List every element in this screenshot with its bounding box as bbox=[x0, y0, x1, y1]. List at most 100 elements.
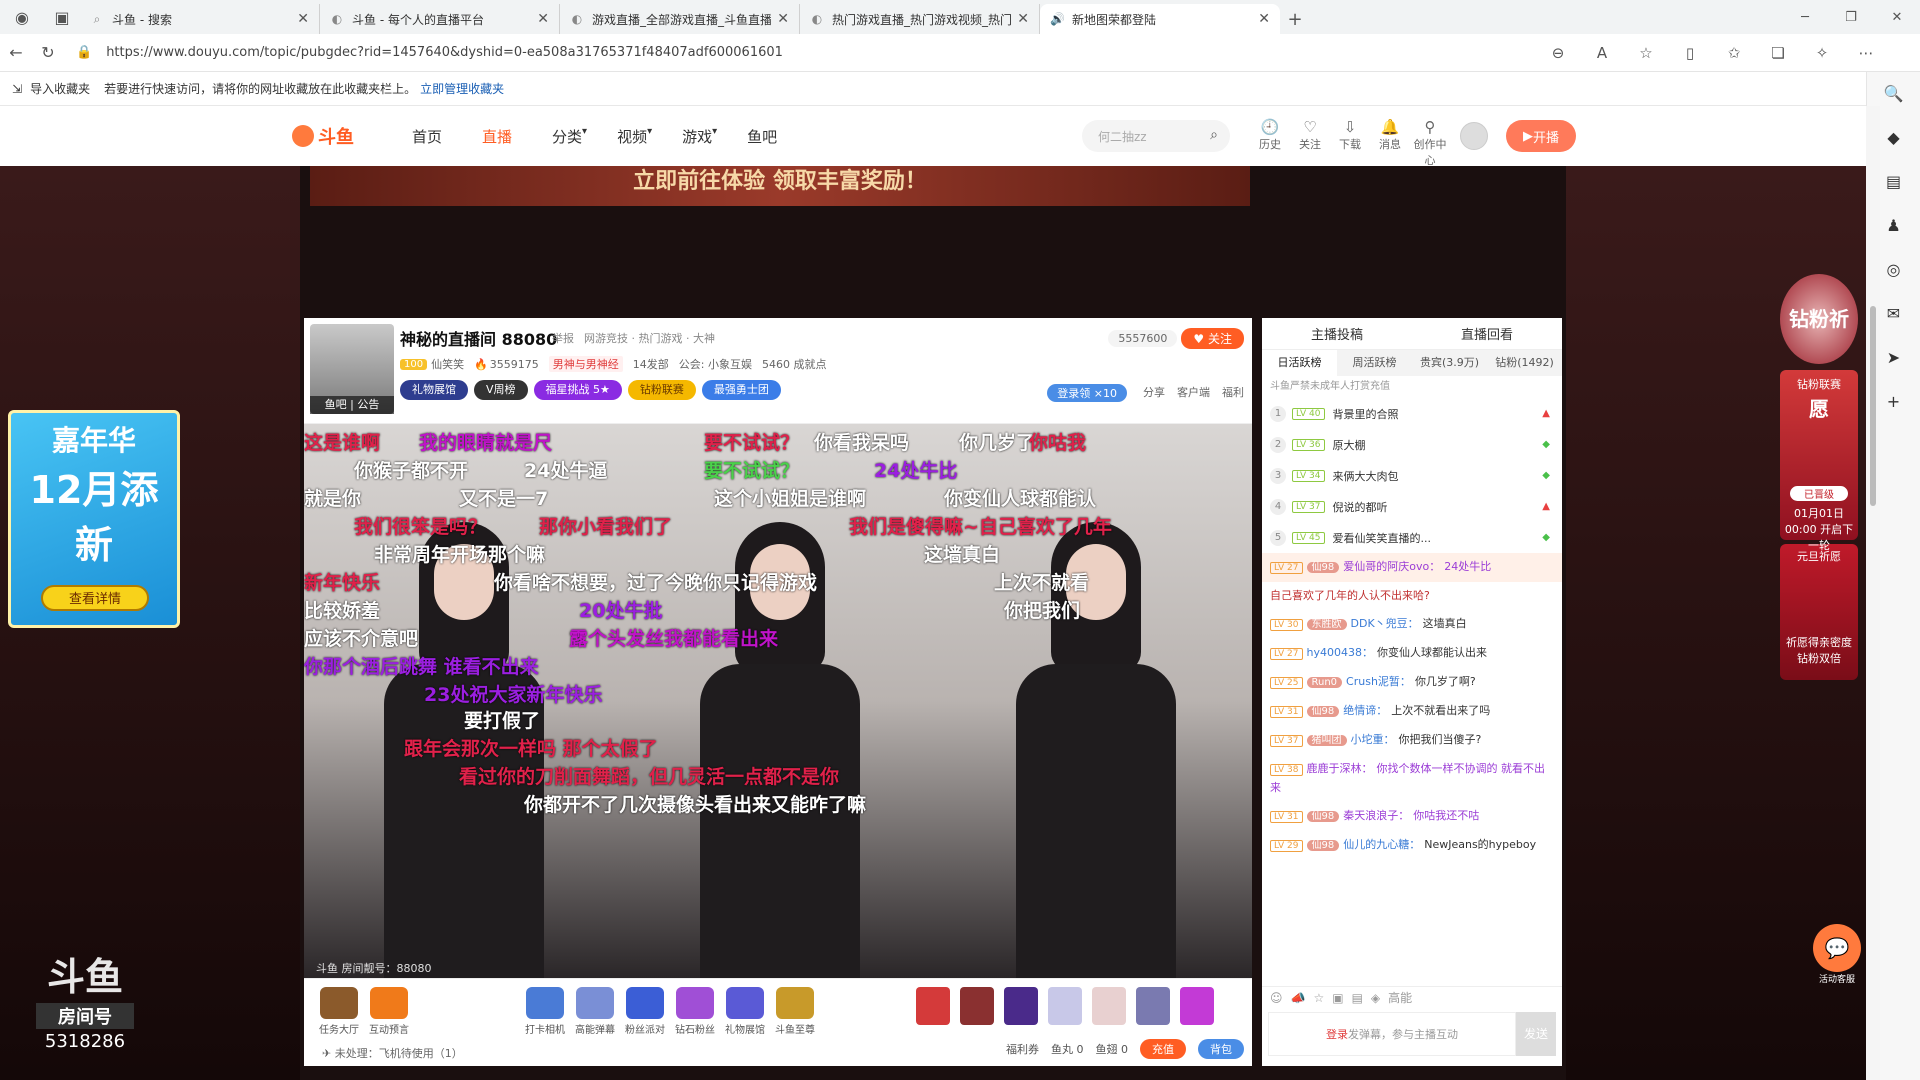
host-avatar[interactable]: 鱼吧 | 公告 bbox=[310, 324, 394, 414]
search-icon[interactable]: ⌕ bbox=[1210, 127, 1218, 143]
wallet-item[interactable]: 福利券 bbox=[1006, 1041, 1039, 1057]
rank-row[interactable]: 2 LV 36 原大棚 ◆ bbox=[1262, 429, 1562, 460]
rank-row[interactable]: 1 LV 40 背景里的合照 ▲ bbox=[1262, 398, 1562, 429]
top-icon-2[interactable]: ⇩ 下载 bbox=[1330, 118, 1370, 168]
diamond-wish-badge[interactable]: 钻粉祈愿 bbox=[1780, 274, 1858, 421]
gift-item[interactable]: 任务大厅 bbox=[314, 987, 364, 1036]
gift-icon[interactable]: ▤ bbox=[1352, 991, 1363, 1005]
chat-username[interactable]: 仙儿的九心糖： bbox=[1343, 838, 1420, 851]
close-tab-icon[interactable]: ✕ bbox=[1017, 11, 1029, 27]
gift-item[interactable]: 互动预言 bbox=[364, 987, 414, 1036]
page-scrollbar[interactable] bbox=[1866, 106, 1880, 1080]
top-icon-4[interactable]: ⚲ 创作中心 bbox=[1410, 118, 1450, 168]
emoji-icon[interactable]: ☺ bbox=[1270, 991, 1283, 1005]
follow-button[interactable]: ♥ 关注 bbox=[1181, 328, 1244, 349]
browser-tab[interactable]: ◐ 游戏直播_全部游戏直播_斗鱼直播 ✕ bbox=[560, 4, 800, 34]
import-bookmarks-link[interactable]: 导入收藏夹 bbox=[30, 80, 90, 97]
guild[interactable]: 公会: 小象互娱 bbox=[679, 356, 752, 372]
room-badge[interactable]: V周榜 bbox=[474, 380, 528, 400]
split-screen-icon[interactable]: ▯ bbox=[1668, 44, 1712, 62]
promo-detail-button[interactable]: 查看详情 bbox=[41, 585, 149, 611]
nav-item[interactable]: 首页 bbox=[412, 126, 442, 147]
rank-row[interactable]: 3 LV 34 来俩大大肉包 ◆ bbox=[1262, 460, 1562, 491]
new-tab-button[interactable]: + bbox=[1280, 4, 1310, 34]
feature-item[interactable]: 钻石粉丝 bbox=[670, 987, 720, 1036]
gift-thumb[interactable] bbox=[1048, 987, 1082, 1025]
douyu-logo[interactable]: 斗鱼 bbox=[292, 122, 362, 150]
gift-thumb[interactable] bbox=[1092, 987, 1126, 1025]
room-badge[interactable]: 最强勇士团 bbox=[701, 380, 781, 400]
pending-items[interactable]: ✈ 未处理：飞机待使用（1） bbox=[322, 1045, 463, 1061]
chat-username[interactable]: 鹿鹿于深林： bbox=[1307, 762, 1373, 775]
login-reward-badge[interactable]: 登录领 ×10 bbox=[1047, 384, 1127, 402]
tab-actions-icon[interactable]: ▣ bbox=[48, 3, 76, 31]
feature-item[interactable]: 斗鱼至尊 bbox=[770, 987, 820, 1036]
danmaku-input[interactable]: 登录 发弹幕，参与主播互动 bbox=[1268, 1012, 1516, 1056]
manage-favorites-link[interactable]: 立即管理收藏夹 bbox=[420, 80, 504, 97]
send-button[interactable]: 发送 bbox=[1516, 1012, 1556, 1056]
wallet-item[interactable]: 鱼丸 0 bbox=[1051, 1041, 1084, 1057]
gift-thumb[interactable] bbox=[960, 987, 994, 1025]
back-icon[interactable]: ← bbox=[0, 43, 32, 62]
feature-item[interactable]: 高能弹幕 bbox=[570, 987, 620, 1036]
bag-button[interactable]: 背包 bbox=[1198, 1039, 1244, 1059]
collections-icon[interactable]: ❏ bbox=[1756, 44, 1800, 62]
nav-item[interactable]: 分类 bbox=[552, 126, 582, 147]
browser-tab[interactable]: ◐ 斗鱼 - 每个人的直播平台 ✕ bbox=[320, 4, 560, 34]
close-window-icon[interactable]: ✕ bbox=[1874, 0, 1920, 34]
room-badge[interactable]: 福星挑战 5★ bbox=[533, 380, 622, 400]
chat-username[interactable]: 爱仙哥的阿庆ovo： bbox=[1343, 560, 1440, 573]
minimize-icon[interactable]: ─ bbox=[1782, 0, 1828, 34]
close-tab-icon[interactable]: ✕ bbox=[537, 11, 549, 27]
wallet-item[interactable]: 鱼翅 0 bbox=[1096, 1041, 1129, 1057]
room-action[interactable]: 客户端 bbox=[1177, 384, 1210, 402]
top-icon-1[interactable]: ♡ 关注 bbox=[1290, 118, 1330, 168]
fans-club[interactable]: 14发部 bbox=[633, 356, 669, 372]
refresh-icon[interactable]: ↻ bbox=[32, 43, 64, 62]
nav-item[interactable]: 游戏 bbox=[682, 126, 712, 147]
room-action[interactable]: 分享 bbox=[1143, 384, 1165, 402]
video-stream[interactable]: 这是谁啊 我的眼睛就是尺 要不试试？ 你看我呆吗 你几岁了 你猴子都不开 24处牛逼 要不试试… bbox=[304, 424, 1252, 978]
zoom-icon[interactable]: ⊖ bbox=[1536, 44, 1580, 62]
extensions-icon[interactable]: ✧ bbox=[1800, 44, 1844, 62]
charge-button[interactable]: 充值 bbox=[1140, 1039, 1186, 1059]
favorite-star-icon[interactable]: ☆ bbox=[1624, 44, 1668, 62]
favorites-icon[interactable]: ✩ bbox=[1712, 44, 1756, 62]
more-menu-icon[interactable]: ⋯ bbox=[1844, 44, 1888, 62]
url-field[interactable]: 🔒 https://www.douyu.com/topic/pubgdec?rid… bbox=[76, 39, 1526, 67]
chat-username[interactable]: 小坨重： bbox=[1351, 733, 1395, 746]
room-category[interactable]: 网游竞技 · 热门游戏 · 大神 bbox=[584, 330, 715, 346]
rank-tab[interactable]: 周活跃榜 bbox=[1337, 350, 1412, 376]
restore-icon[interactable]: ❐ bbox=[1828, 0, 1874, 34]
feature-item[interactable]: 礼物展馆 bbox=[720, 987, 770, 1036]
room-badge[interactable]: 礼物展馆 bbox=[400, 380, 468, 400]
login-link[interactable]: 登录 bbox=[1326, 1026, 1348, 1042]
rank-tab[interactable]: 钻粉(1492) bbox=[1487, 350, 1562, 376]
go-live-button[interactable]: ▶ 开播 bbox=[1506, 120, 1576, 152]
rank-tab[interactable]: 贵宾(3.9万) bbox=[1412, 350, 1487, 376]
avatar-tag[interactable]: 鱼吧 | 公告 bbox=[310, 396, 394, 414]
nav-item[interactable]: 鱼吧 bbox=[747, 126, 777, 147]
room-badge[interactable]: 钻粉联赛 bbox=[627, 380, 696, 400]
high-energy-button[interactable]: 高能 bbox=[1388, 989, 1412, 1006]
new-year-wish-card[interactable]: 元旦祈愿 祈愿得亲密度 钻粉双倍 bbox=[1780, 544, 1858, 680]
report-link[interactable]: 举报 bbox=[552, 330, 574, 346]
nav-item[interactable]: 视频 bbox=[617, 126, 647, 147]
event-banner[interactable]: 立即前往体验 领取丰富奖励！ bbox=[310, 166, 1250, 206]
chat-username[interactable]: DDK丶兜豆： bbox=[1351, 617, 1419, 630]
user-avatar[interactable] bbox=[1460, 122, 1488, 150]
profile-icon[interactable]: ◉ bbox=[8, 3, 36, 31]
search-input[interactable]: 何二抽zz ⌕ bbox=[1082, 120, 1230, 152]
browser-tab[interactable]: ◐ 热门游戏直播_热门游戏视频_热门 ✕ bbox=[800, 4, 1040, 34]
star-icon[interactable]: ☆ bbox=[1313, 991, 1324, 1005]
close-tab-icon[interactable]: ✕ bbox=[777, 11, 789, 27]
chat-username[interactable]: 秦天浪浪子： bbox=[1343, 809, 1409, 822]
room-action[interactable]: 福利 bbox=[1222, 384, 1244, 402]
gift-thumb[interactable] bbox=[1004, 987, 1038, 1025]
rank-row[interactable]: 5 LV 45 爱看仙笑笑直播的... ◆ bbox=[1262, 522, 1562, 553]
gift-thumb[interactable] bbox=[1136, 987, 1170, 1025]
close-tab-icon[interactable]: ✕ bbox=[297, 11, 309, 27]
read-aloud-icon[interactable]: A bbox=[1580, 44, 1624, 62]
top-icon-3[interactable]: 🔔 消息 bbox=[1370, 118, 1410, 168]
gift-thumb[interactable] bbox=[916, 987, 950, 1025]
